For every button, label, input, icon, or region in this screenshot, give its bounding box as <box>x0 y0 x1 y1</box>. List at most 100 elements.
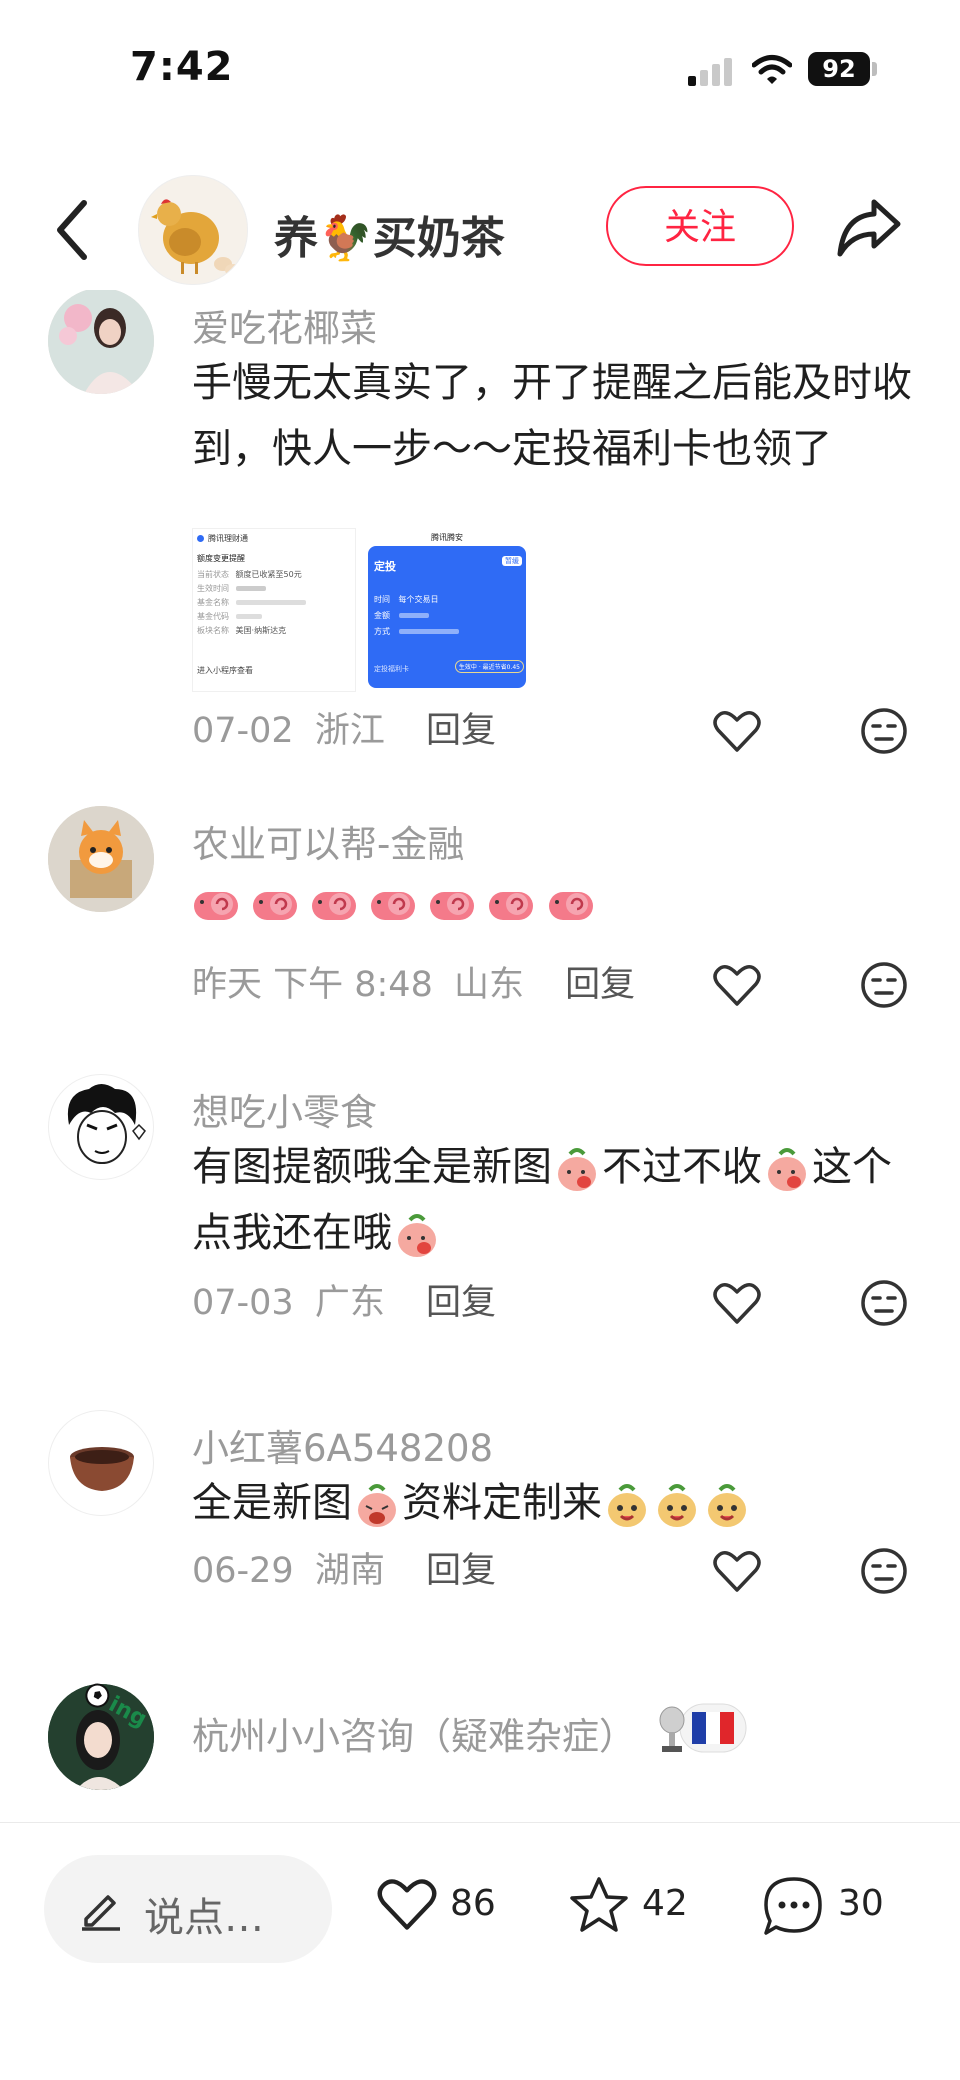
comment-location: 湖南 <box>314 1551 385 1591</box>
author-name[interactable]: 养🐓买奶茶 <box>274 202 505 266</box>
comment-location: 浙江 <box>314 711 385 751</box>
laughing-peach-emoji-icon <box>358 1484 396 1527</box>
comment-username[interactable]: 想吃小零食 <box>192 1082 377 1136</box>
battery-level: 92 <box>808 52 870 86</box>
avatar[interactable] <box>48 806 154 912</box>
bottom-bar: 说点… 86 42 30 <box>0 1822 960 2080</box>
author-avatar[interactable] <box>138 175 248 285</box>
happy-face-emoji-icon <box>708 1484 746 1527</box>
comment-username[interactable]: 爱吃花椰菜 <box>192 298 377 352</box>
screenshot-heading: 定投 <box>374 560 396 573</box>
collect-count: 42 <box>642 1883 688 1924</box>
comment-emoji-row <box>192 884 595 930</box>
screenshot-badge: 暂缓 <box>502 556 522 566</box>
pencil-icon <box>82 1895 120 1931</box>
comment-username[interactable]: 杭州小小咨询（疑难杂症） <box>192 1698 750 1767</box>
share-icon[interactable] <box>834 196 904 260</box>
row-key: 基金代码 <box>197 612 229 621</box>
snail-emoji-icon <box>312 892 357 920</box>
comment-username[interactable]: 小红薯6A548208 <box>192 1418 493 1472</box>
heart-icon <box>377 1879 437 1930</box>
screenshot-footer-right: 生效中 · 最近节省0.45 <box>454 660 524 673</box>
blurred-value <box>235 614 262 619</box>
snail-emoji-icon <box>253 892 298 920</box>
comment-username[interactable]: 农业可以帮-金融 <box>192 814 464 868</box>
comment-date: 07-02 <box>192 711 294 751</box>
row-key: 金额 <box>374 611 390 620</box>
comment-image-right[interactable]: 腾讯腾安 定投 暂缓 时间 每个交易日 金额 方式 定投福利卡 生效中 · 最近… <box>366 528 528 690</box>
snail-emoji-icon <box>430 892 475 920</box>
reply-button[interactable]: 回复 <box>565 965 635 1005</box>
follow-button[interactable]: 关注 <box>606 186 794 266</box>
peach-emoji-icon <box>398 1214 436 1257</box>
row-key: 时间 <box>374 595 390 604</box>
reply-button[interactable]: 回复 <box>426 1283 496 1323</box>
comment-date: 昨天 下午 8:48 <box>192 965 433 1005</box>
comment-text-part: 不过不收 <box>602 1144 762 1190</box>
app-logo-icon <box>197 535 204 542</box>
screenshot-title: 额度变更提醒 <box>197 554 245 563</box>
trophy-flag-badge-icon <box>654 1698 750 1767</box>
like-count: 86 <box>450 1883 496 1924</box>
comment-text-part: 有图提额哦全是新图 <box>192 1144 552 1190</box>
dislike-icon[interactable] <box>860 1279 908 1327</box>
comment-list[interactable]: 爱吃花椰菜 手慢无太真实了，开了提醒之后能及时收到，快人一步～～定投福利卡也领了… <box>0 290 960 1820</box>
blurred-value <box>398 613 429 618</box>
snail-emoji-icon <box>194 892 238 920</box>
dislike-icon[interactable] <box>860 961 908 1009</box>
row-value: 美国·纳斯达克 <box>235 626 287 635</box>
comment-date: 06-29 <box>192 1551 294 1591</box>
avatar[interactable] <box>48 290 154 394</box>
comment-location: 山东 <box>454 965 525 1005</box>
like-button[interactable]: 86 <box>376 1867 516 1947</box>
blurred-value <box>235 586 266 591</box>
cellular-signal-icon <box>688 56 734 86</box>
comment-image-left[interactable]: 腾讯理财通 额度变更提醒 当前状态 额度已收紧至50元 生效时间 基金名称 基金… <box>192 528 356 692</box>
status-time: 7:42 <box>130 44 234 90</box>
dislike-icon[interactable] <box>860 707 908 755</box>
like-icon[interactable] <box>712 1548 762 1594</box>
snail-emoji-icon <box>548 892 593 920</box>
comment-location: 广东 <box>314 1283 385 1323</box>
row-value: 每个交易日 <box>398 595 439 604</box>
comment-username-text: 杭州小小咨询（疑难杂症） <box>192 1714 636 1758</box>
nav-bar: 养🐓买奶茶 关注 <box>0 170 960 290</box>
comment-meta: 07-02 浙江 回复 <box>192 702 496 753</box>
peach-emoji-icon <box>768 1148 806 1191</box>
chat-bubble-icon <box>764 1877 822 1935</box>
snail-emoji-icon <box>489 892 534 920</box>
row-key: 板块名称 <box>197 626 229 635</box>
like-icon[interactable] <box>712 708 762 754</box>
row-key: 方式 <box>374 627 390 636</box>
collect-button[interactable]: 42 <box>568 1867 708 1947</box>
comment-meta: 06-29 湖南 回复 <box>192 1542 496 1593</box>
comment-button[interactable]: 30 <box>762 1867 902 1947</box>
snail-emoji-icon <box>371 892 416 920</box>
star-icon <box>570 1877 628 1932</box>
like-icon[interactable] <box>712 1280 762 1326</box>
hen-avatar-image <box>151 199 241 276</box>
comment-text: 手慢无太真实了，开了提醒之后能及时收到，快人一步～～定投福利卡也领了 <box>192 360 912 472</box>
screenshot-footer-left: 定投福利卡 <box>374 665 409 673</box>
back-arrow-icon[interactable] <box>52 197 92 263</box>
screenshot-app-name: 腾讯理财通 <box>208 534 248 543</box>
comment-date: 07-03 <box>192 1283 294 1323</box>
avatar[interactable] <box>48 1074 154 1180</box>
comment-meta: 昨天 下午 8:48 山东 回复 <box>192 956 635 1007</box>
happy-face-emoji-icon <box>608 1484 646 1527</box>
comment-input[interactable]: 说点… <box>44 1855 332 1963</box>
comment-meta: 07-03 广东 回复 <box>192 1274 496 1325</box>
comment-count: 30 <box>838 1883 884 1924</box>
like-icon[interactable] <box>712 962 762 1008</box>
happy-face-emoji-icon <box>658 1484 696 1527</box>
reply-button[interactable]: 回复 <box>426 711 496 751</box>
row-value: 额度已收紧至50元 <box>235 570 302 579</box>
comment-text: 全是新图 资料定制来 <box>192 1470 912 1536</box>
screenshot-rows: 当前状态 额度已收紧至50元 生效时间 基金名称 基金代码 板块名称 美国·纳斯… <box>197 569 306 639</box>
reply-button[interactable]: 回复 <box>426 1551 496 1591</box>
blurred-value <box>398 629 459 634</box>
screenshot-app-name: 腾讯腾安 <box>431 533 463 542</box>
dislike-icon[interactable] <box>860 1547 908 1595</box>
row-key: 生效时间 <box>197 584 229 593</box>
avatar[interactable] <box>48 1410 154 1516</box>
